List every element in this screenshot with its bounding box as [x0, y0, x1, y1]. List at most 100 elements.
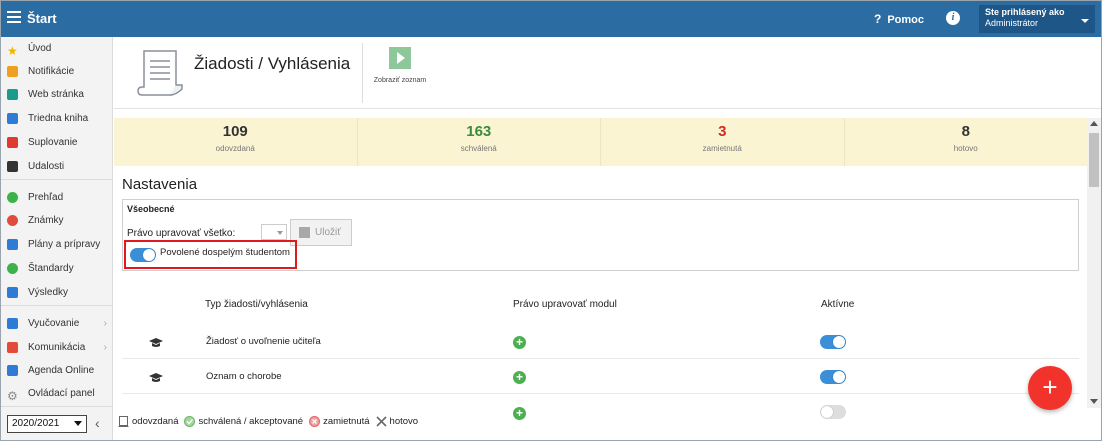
- show-list-button[interactable]: Zobraziť zoznam: [370, 47, 430, 84]
- legend-item: schválená / akceptované: [184, 415, 304, 427]
- sidebar-item[interactable]: Známky: [1, 210, 113, 232]
- stat-value: 163: [466, 123, 492, 140]
- pen-icon: [7, 365, 18, 376]
- sidebar-divider: [1, 305, 113, 306]
- column-header-type: Typ žiadosti/vyhlásenia: [205, 299, 308, 310]
- show-list-label: Zobraziť zoznam: [373, 77, 427, 84]
- help-link[interactable]: ? Pomoc: [874, 12, 924, 26]
- graduation-cap-icon: [149, 338, 163, 347]
- active-toggle[interactable]: [820, 405, 846, 419]
- page-title: Žiadosti / Vyhlásenia: [194, 54, 351, 73]
- submitted-icon: [118, 415, 129, 427]
- sidebar-divider: [1, 406, 113, 407]
- scroll-thumb[interactable]: [1089, 133, 1099, 187]
- group-title: Všeobecné: [127, 204, 175, 214]
- sidebar-item-label: Známky: [28, 215, 64, 226]
- request-type-name: Oznam o chorobe: [206, 371, 282, 382]
- sidebar-divider: [1, 179, 113, 180]
- stat-done[interactable]: 8 hotovo: [845, 118, 1088, 166]
- add-permission-icon[interactable]: +: [513, 371, 526, 384]
- legend: odovzdaná schválená / akceptované zamiet…: [118, 413, 425, 429]
- sidebar-item[interactable]: Štandardy: [1, 258, 113, 280]
- info-icon[interactable]: i: [946, 11, 960, 25]
- request-type-name: Žiadosť o uvoľnenie učiteľa: [206, 336, 321, 347]
- sidebar-item[interactable]: Suplovanie: [1, 132, 113, 154]
- collapse-sidebar-icon[interactable]: ‹: [95, 415, 100, 431]
- add-permission-icon[interactable]: +: [513, 407, 526, 420]
- active-toggle[interactable]: [820, 370, 846, 384]
- scroll-up-icon[interactable]: [1090, 121, 1098, 126]
- add-permission-icon[interactable]: +: [513, 336, 526, 349]
- app-title[interactable]: Štart: [27, 11, 57, 26]
- help-label: Pomoc: [887, 14, 925, 26]
- sidebar-item-label: Vyučovanie: [28, 318, 80, 329]
- sidebar-item[interactable]: ★ Úvod: [1, 38, 113, 60]
- stat-value: 109: [222, 123, 248, 140]
- edit-all-select[interactable]: [261, 224, 287, 240]
- communication-icon: [7, 342, 18, 353]
- sidebar-item[interactable]: Prehľad: [1, 187, 113, 209]
- save-button[interactable]: Uložiť: [290, 219, 352, 246]
- sidebar-item-label: Úvod: [28, 43, 52, 54]
- document-icon: [137, 50, 183, 96]
- user-menu[interactable]: Ste prihlásený ako Administrátor: [979, 5, 1095, 33]
- save-label: Uložiť: [315, 227, 341, 238]
- page-header: Žiadosti / Vyhlásenia Zobraziť zoznam: [114, 37, 1101, 109]
- active-toggle[interactable]: [820, 335, 846, 349]
- sidebar-item-label: Agenda Online: [28, 365, 95, 376]
- shield-icon: [7, 263, 18, 274]
- envelope-icon: [7, 66, 18, 77]
- sidebar-item-label: Web stránka: [28, 89, 84, 100]
- legend-label: zamietnutá: [323, 415, 370, 427]
- check-circle-icon: [7, 192, 18, 203]
- stats-bar: 109 odovzdaná 163 schválená 3 zamietnutá…: [114, 118, 1087, 166]
- stat-rejected[interactable]: 3 zamietnutá: [601, 118, 845, 166]
- user-name: Administrátor: [985, 18, 1039, 28]
- stat-submitted[interactable]: 109 odovzdaná: [114, 118, 358, 166]
- sidebar-item-label: Suplovanie: [28, 137, 78, 148]
- edit-all-label: Právo upravovať všetko:: [127, 228, 236, 239]
- sidebar-item[interactable]: Web stránka: [1, 84, 113, 106]
- briefcase-icon: [7, 239, 18, 250]
- legend-item: hotovo: [375, 416, 418, 427]
- table-row: Žiadosť o uvoľnenie učiteľa +: [122, 327, 1079, 359]
- adult-students-setting: Povolené dospelým študentom: [124, 240, 297, 269]
- legend-item: odovzdaná: [118, 415, 179, 427]
- gear-icon: ⚙: [7, 389, 18, 403]
- scroll-down-icon[interactable]: [1090, 399, 1098, 404]
- header-divider: [362, 43, 363, 103]
- scrollbar[interactable]: [1087, 118, 1101, 408]
- sidebar-item[interactable]: ⚙ Ovládací panel: [1, 383, 113, 405]
- sidebar-item[interactable]: Vyučovanie ›: [1, 313, 113, 335]
- add-button[interactable]: +: [1028, 366, 1072, 410]
- adult-students-toggle[interactable]: [130, 248, 156, 262]
- sidebar-item-label: Ovládací panel: [28, 388, 95, 399]
- chevron-right-icon: ›: [103, 342, 107, 353]
- book-icon: [7, 113, 18, 124]
- stat-approved[interactable]: 163 schválená: [358, 118, 601, 166]
- top-bar: Štart ? Pomoc i Ste prihlásený ako Admini…: [1, 1, 1101, 37]
- sidebar-item-label: Štandardy: [28, 263, 74, 274]
- legend-label: schválená / akceptované: [198, 415, 304, 427]
- home-icon: [7, 89, 18, 100]
- floppy-disk-icon: [299, 227, 310, 238]
- settings-title: Nastavenia: [122, 176, 198, 193]
- sidebar-item[interactable]: Agenda Online: [1, 360, 113, 382]
- stat-value: 8: [961, 123, 970, 140]
- stat-caption: schválená: [460, 144, 497, 153]
- sidebar-item[interactable]: Výsledky: [1, 282, 113, 304]
- sidebar-item[interactable]: Udalosti: [1, 156, 113, 178]
- sidebar-item[interactable]: Plány a prípravy: [1, 234, 113, 256]
- sidebar-item[interactable]: Triedna kniha: [1, 108, 113, 130]
- stat-caption: zamietnutá: [702, 144, 742, 153]
- rejected-icon: [309, 415, 321, 427]
- chevron-right-icon: ›: [103, 318, 107, 329]
- sidebar-item-label: Triedna kniha: [28, 113, 89, 124]
- sidebar-item-label: Udalosti: [28, 161, 65, 172]
- sidebar-item[interactable]: Komunikácia ›: [1, 337, 113, 359]
- calendar-icon: [7, 161, 18, 172]
- legend-label: odovzdaná: [132, 415, 179, 427]
- sidebar-item[interactable]: Notifikácie: [1, 61, 113, 83]
- school-year-select[interactable]: 2020/2021: [7, 415, 87, 433]
- hamburger-menu-icon[interactable]: [7, 11, 21, 23]
